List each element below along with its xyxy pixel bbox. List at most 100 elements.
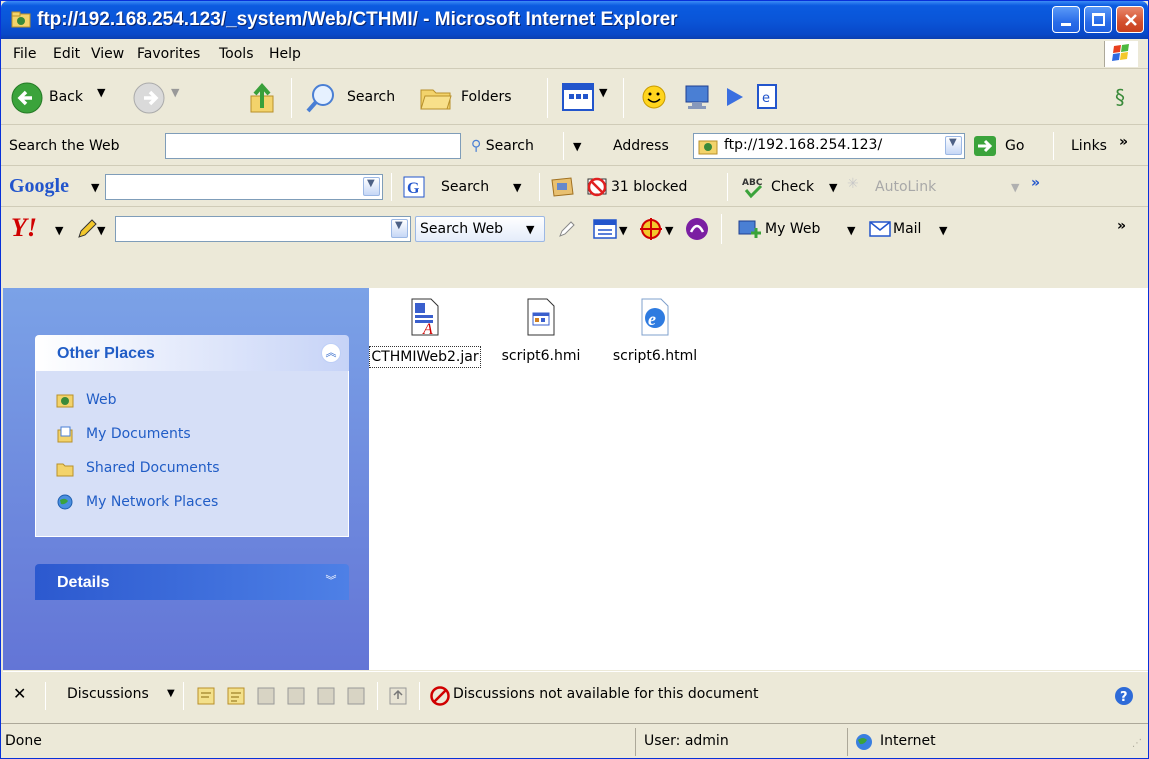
mail-dropdown-icon[interactable]: ▼	[939, 224, 947, 237]
discussions-bar: ✕ Discussions ▼ Discussions not availabl…	[3, 671, 1148, 719]
search-icon[interactable]	[305, 82, 337, 114]
back-dropdown-icon[interactable]: ▼	[97, 86, 105, 99]
file-view[interactable]: A CTHMIWeb2.jar script6.hmi e script6.ht…	[369, 288, 1148, 670]
media-play-icon[interactable]	[723, 86, 745, 108]
yahoo-search-input[interactable]: ▼	[115, 216, 411, 242]
menu-tools[interactable]: Tools	[219, 46, 254, 62]
menu-favorites[interactable]: Favorites	[137, 46, 200, 62]
mail-button[interactable]: Mail	[893, 221, 921, 237]
layout-dropdown-icon[interactable]: ▼	[619, 224, 627, 237]
file-name: CTHMIWeb2.jar	[369, 346, 481, 368]
expand-chevron-icon[interactable]: ︾	[321, 572, 341, 592]
menu-file[interactable]: File	[13, 46, 36, 62]
discussions-menu-button[interactable]: Discussions	[67, 686, 149, 702]
popup-blocker-icon[interactable]	[585, 175, 609, 199]
place-web-label: Web	[86, 392, 117, 408]
place-my-documents-label: My Documents	[86, 426, 191, 442]
my-web-dropdown-icon[interactable]: ▼	[847, 224, 855, 237]
address-field[interactable]: ftp://192.168.254.123/ ▼	[693, 133, 965, 159]
address-dropdown-button[interactable]: ▼	[945, 136, 962, 155]
maximize-button[interactable]	[1084, 6, 1112, 33]
menu-edit[interactable]: Edit	[53, 46, 80, 62]
google-search-dropdown-icon[interactable]: ▼	[513, 181, 521, 194]
title-bar[interactable]: ftp://192.168.254.123/_system/Web/CTHMI/…	[1, 1, 1148, 39]
search-the-web-input[interactable]	[165, 133, 461, 159]
back-arrow-icon[interactable]	[11, 82, 43, 114]
google-g-icon[interactable]: G	[403, 176, 425, 198]
google-search-input[interactable]: ▼	[105, 174, 383, 200]
forward-arrow-icon[interactable]	[133, 82, 165, 114]
search-the-web-label: Search the Web	[9, 138, 120, 154]
pencil-icon[interactable]	[75, 217, 97, 241]
target-crosshair-icon[interactable]	[639, 217, 663, 241]
google-logo[interactable]: Google	[9, 175, 69, 198]
computer-icon[interactable]	[683, 84, 711, 110]
menu-help[interactable]: Help	[269, 46, 301, 62]
menu-view[interactable]: View	[91, 46, 124, 62]
insert-about-document-icon[interactable]	[225, 685, 247, 707]
minimize-button[interactable]	[1052, 6, 1080, 33]
target-dropdown-icon[interactable]: ▼	[665, 224, 673, 237]
mail-envelope-icon[interactable]	[869, 220, 891, 238]
forward-dropdown-icon[interactable]: ▼	[171, 86, 179, 99]
edit-document-icon[interactable]: e	[755, 83, 779, 111]
address-value[interactable]: ftp://192.168.254.123/	[724, 137, 882, 153]
toolbar-extension-icon[interactable]: §	[1113, 84, 1139, 110]
google-more-chevron-icon[interactable]: »	[1031, 175, 1040, 191]
check-dropdown-icon[interactable]: ▼	[829, 181, 837, 194]
close-button[interactable]	[1116, 6, 1144, 33]
close-discussions-button[interactable]: ✕	[13, 684, 26, 703]
details-header[interactable]: Details ︾	[35, 564, 349, 600]
yahoo-search-web-button[interactable]: Search Web ▼	[415, 216, 545, 242]
search-dropdown-icon[interactable]: ▼	[573, 140, 581, 153]
other-places-header[interactable]: Other Places ︽	[35, 335, 349, 371]
status-bar: Done User: admin Internet ⋰	[1, 723, 1148, 758]
up-folder-icon[interactable]	[247, 80, 281, 116]
google-menu-dropdown-icon[interactable]: ▼	[91, 181, 99, 194]
autolink-dropdown-icon[interactable]: ▼	[1011, 181, 1019, 194]
messenger-smiley-icon[interactable]	[641, 84, 667, 110]
go-button[interactable]: Go	[1005, 138, 1024, 154]
search-button[interactable]: Search	[347, 89, 395, 105]
details-title: Details	[57, 574, 110, 591]
highlighter-icon[interactable]	[557, 219, 577, 239]
popups-blocked-count[interactable]: 31 blocked	[611, 179, 687, 195]
next-discussion-icon[interactable]	[345, 685, 367, 707]
folders-icon[interactable]	[419, 82, 453, 112]
spellcheck-icon[interactable]: ABC	[741, 175, 765, 199]
pencil-dropdown-icon[interactable]: ▼	[97, 224, 105, 237]
other-places-title: Other Places	[57, 345, 155, 362]
resize-grip-icon[interactable]: ⋰	[1132, 738, 1142, 749]
news-icon[interactable]	[549, 176, 575, 198]
folders-button[interactable]: Folders	[461, 89, 512, 105]
toolbar-separator	[547, 78, 548, 118]
collapse-chevron-icon[interactable]: ︽	[321, 343, 341, 363]
yahoo-music-icon[interactable]	[685, 217, 709, 241]
yahoo-menu-dropdown-icon[interactable]: ▼	[55, 224, 63, 237]
google-search-dropdown-button[interactable]: ▼	[363, 177, 380, 196]
autolink-button[interactable]: AutoLink	[875, 179, 936, 195]
page-layout-icon[interactable]	[593, 219, 617, 239]
my-web-icon[interactable]	[737, 218, 763, 240]
links-chevron-icon[interactable]: »	[1119, 134, 1128, 150]
my-web-button[interactable]: My Web	[765, 221, 820, 237]
collapse-all-icon[interactable]	[285, 685, 307, 707]
links-button[interactable]: Links	[1071, 138, 1107, 154]
google-search-button[interactable]: Search	[441, 179, 489, 195]
views-dropdown-icon[interactable]: ▼	[599, 86, 607, 99]
go-arrow-icon[interactable]	[973, 135, 997, 157]
web-search-button[interactable]: ⚲ Search	[471, 138, 534, 154]
insert-discussion-icon[interactable]	[195, 685, 217, 707]
address-toolbar: Search the Web ⚲ Search ▼ Address ftp://…	[1, 126, 1148, 166]
yahoo-more-chevron-icon[interactable]: »	[1117, 218, 1126, 234]
previous-discussion-icon[interactable]	[315, 685, 337, 707]
yahoo-logo[interactable]: Y!	[11, 213, 37, 243]
back-button[interactable]: Back	[49, 89, 83, 105]
discussions-dropdown-icon[interactable]: ▼	[167, 688, 175, 699]
views-icon[interactable]	[561, 82, 595, 112]
subscribe-icon[interactable]	[387, 685, 409, 707]
yahoo-search-dropdown-button[interactable]: ▼	[391, 219, 408, 238]
help-icon[interactable]: ?	[1113, 685, 1135, 707]
spellcheck-button[interactable]: Check	[771, 179, 814, 195]
expand-all-icon[interactable]	[255, 685, 277, 707]
